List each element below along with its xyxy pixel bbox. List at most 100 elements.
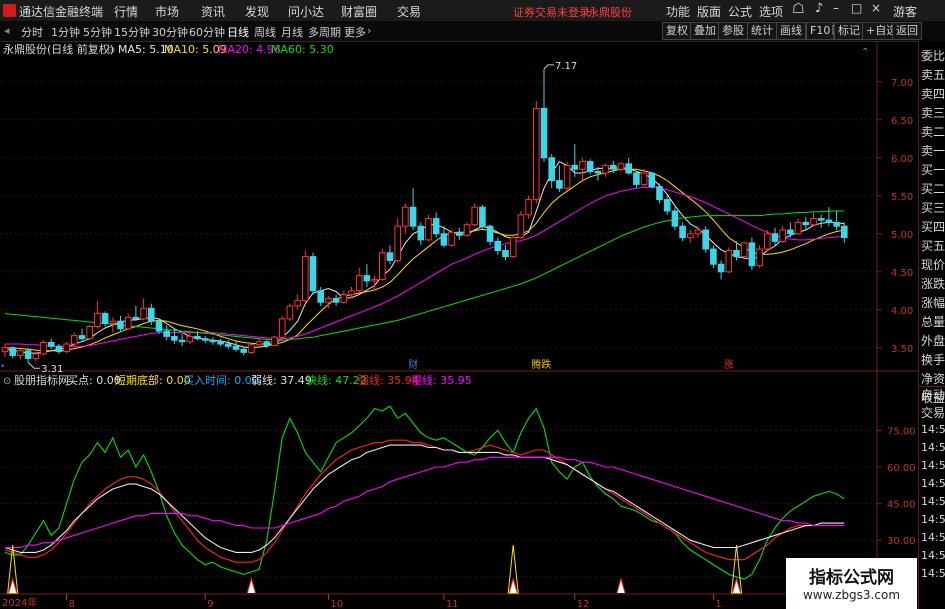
max-price-label: 7.17 <box>555 61 577 72</box>
period-tab-1min[interactable]: 1分钟 <box>51 24 80 40</box>
candlestick <box>687 230 694 243</box>
minimize-icon[interactable]: – <box>833 1 839 15</box>
period-tab-15min[interactable]: 15分钟 <box>114 24 150 40</box>
y-tick-label: 6.00 <box>891 154 913 165</box>
candle-body <box>47 341 55 347</box>
guest-label[interactable]: 游客 <box>893 3 917 20</box>
candle-body <box>440 233 448 246</box>
maximize-icon[interactable]: □ <box>851 1 862 15</box>
period-tab-multi[interactable]: 多周期 <box>308 24 341 40</box>
y-tick-label: 30.00 <box>887 536 916 547</box>
indicator-name: 买点 <box>67 374 89 387</box>
f10-button[interactable]: F10 <box>806 22 835 40</box>
candle-body <box>579 161 586 170</box>
menu-item-xuanxiang[interactable]: 选项 <box>759 3 783 20</box>
collapse-icon[interactable]: ⌃ <box>861 47 869 58</box>
candlestick <box>825 207 833 227</box>
menu-item-shichang[interactable]: 市场 <box>155 3 179 20</box>
back-button[interactable]: 返回 <box>892 22 922 40</box>
biaoji-button[interactable]: 标记 <box>834 22 864 40</box>
candlestick <box>201 335 209 344</box>
candlestick <box>448 230 455 247</box>
month-label: 11 <box>446 599 459 609</box>
candlestick <box>302 250 309 303</box>
candle-body <box>271 336 278 347</box>
candlestick <box>579 157 586 181</box>
candle-body <box>140 307 147 320</box>
trade-login-notice[interactable]: 证券交易未登录 <box>513 4 590 20</box>
candle-body <box>194 335 201 340</box>
ma10-name: MA10 <box>164 43 195 56</box>
candle-body <box>586 161 594 172</box>
stock-chart[interactable]: 3.504.004.505.005.506.006.507.00 15.0030… <box>0 41 918 609</box>
candle-body <box>155 320 163 332</box>
cangu-button[interactable]: 参股 <box>718 22 748 40</box>
notification-bell-icon[interactable]: ♪ <box>815 1 823 16</box>
side-label: 涨跌 <box>921 277 945 291</box>
shirt-icon[interactable]: ☖ <box>792 1 805 17</box>
candle-body <box>710 248 717 265</box>
indicator-name: 短期底部 <box>115 373 159 387</box>
period-tab-week[interactable]: 周线 <box>254 24 276 40</box>
side-label[interactable]: 自动 <box>921 386 945 403</box>
period-tab-60min[interactable]: 60分钟 <box>189 24 225 40</box>
candle-body <box>117 320 124 330</box>
menu-item-wenxiaoda[interactable]: 问小达 <box>288 3 324 20</box>
period-tab-more[interactable]: 更多 <box>344 24 366 40</box>
indicator-line <box>4 444 845 553</box>
period-tab-5min[interactable]: 5分钟 <box>83 24 112 40</box>
candle-body <box>78 335 86 340</box>
menu-item-faxian[interactable]: 发现 <box>245 3 269 20</box>
event-marker: 涨 <box>724 359 734 371</box>
period-tab-day[interactable]: 日线 <box>227 24 249 40</box>
menu-item-gongneng[interactable]: 功能 <box>666 3 690 20</box>
huaxian-button[interactable]: 画线 <box>776 22 806 40</box>
candle-body <box>171 335 178 341</box>
candlestick <box>363 264 371 287</box>
side-label: 净资 <box>921 372 945 386</box>
menu-item-caifuquan[interactable]: 财富圈 <box>341 3 377 20</box>
candle-body <box>533 107 540 201</box>
candlestick <box>432 212 440 238</box>
menu-item-banmian[interactable]: 版面 <box>697 3 721 20</box>
menu-item-gongshi[interactable]: 公式 <box>728 3 752 20</box>
candlestick <box>740 241 748 259</box>
period-tab-30min[interactable]: 30分钟 <box>152 24 188 40</box>
period-tab-month[interactable]: 月线 <box>281 24 303 40</box>
diejia-button[interactable]: 叠加 <box>690 22 720 40</box>
menu-item-zixun[interactable]: 资讯 <box>201 3 225 20</box>
tongji-button[interactable]: 统计 <box>747 22 777 40</box>
candle-body <box>471 206 478 226</box>
side-label: 买一 <box>921 163 945 177</box>
period-tab-fenshi[interactable]: 分时 <box>21 24 43 40</box>
candle-body <box>764 233 771 250</box>
y-tick-label: 5.50 <box>891 192 913 203</box>
scroll-left-icon[interactable]: ◂ <box>4 24 10 37</box>
candle-body <box>479 206 486 227</box>
candlestick <box>340 290 348 304</box>
fuquan-button[interactable]: 复权 <box>662 22 692 40</box>
settings-icon[interactable]: ⊙ <box>3 376 11 387</box>
candlestick <box>817 214 825 228</box>
candle-body <box>833 221 840 227</box>
candlestick <box>209 337 217 345</box>
candlestick <box>471 203 478 227</box>
indicator-label-bottom: 短期底部: 0.00 <box>115 373 191 387</box>
candle-body <box>640 172 648 185</box>
candlestick <box>779 226 787 243</box>
menu-item-hangqing[interactable]: 行情 <box>114 3 138 20</box>
candlestick <box>648 171 656 189</box>
candle-body <box>432 218 440 235</box>
candle-body <box>232 345 240 350</box>
candlestick <box>386 245 394 265</box>
buy-point-spike <box>508 577 518 594</box>
side-label[interactable]: 交易 <box>921 404 945 421</box>
side-label: 总量 <box>921 315 945 329</box>
indicator-label-buytime: 买入时间: 0.00 <box>183 374 259 387</box>
candle-body <box>756 248 763 267</box>
candlestick <box>47 338 55 350</box>
buy-signal <box>507 544 519 594</box>
close-icon[interactable]: × <box>871 1 881 15</box>
menu-item-jiaoyi[interactable]: 交易 <box>397 3 421 20</box>
settings-icon[interactable]: ⊙ <box>107 45 115 56</box>
